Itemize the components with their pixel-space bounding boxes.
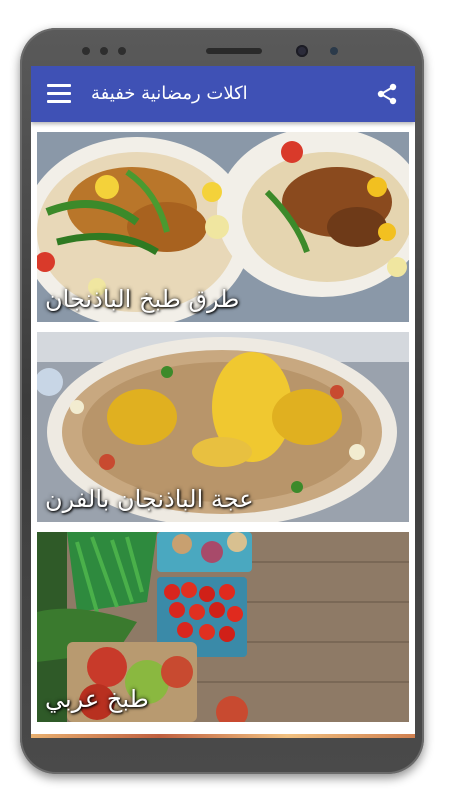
phone-top-bezel — [30, 36, 414, 66]
next-card-peek — [31, 734, 415, 738]
recipe-card-label: طبخ عربي — [45, 685, 149, 713]
recipe-card-label: طرق طبخ الباذنجان — [45, 285, 240, 313]
sensor-dot — [82, 47, 90, 55]
recipe-card-eggplant-omelette[interactable]: عجة الباذنجان بالفرن — [37, 332, 409, 522]
app-screen: اكلات رمضانية خفيفة طرق طبخ الباذنجان عج… — [31, 66, 415, 738]
recipe-card-eggplant-cooking[interactable]: طرق طبخ الباذنجان — [37, 132, 409, 322]
recipe-card-arabic-cooking[interactable]: طبخ عربي — [37, 532, 409, 722]
app-bar: اكلات رمضانية خفيفة — [31, 66, 415, 122]
earpiece-speaker — [206, 48, 262, 54]
sensor-dot — [100, 47, 108, 55]
sensor-dot — [118, 47, 126, 55]
recipe-list: طرق طبخ الباذنجان عجة الباذنجان بالفرن ط… — [37, 132, 409, 732]
sensor-dot — [330, 47, 338, 55]
recipe-card-label: عجة الباذنجان بالفرن — [45, 485, 254, 513]
hamburger-menu-icon[interactable] — [47, 84, 71, 104]
front-camera — [296, 45, 308, 57]
share-icon[interactable] — [375, 82, 399, 106]
app-title: اكلات رمضانية خفيفة — [91, 83, 248, 104]
